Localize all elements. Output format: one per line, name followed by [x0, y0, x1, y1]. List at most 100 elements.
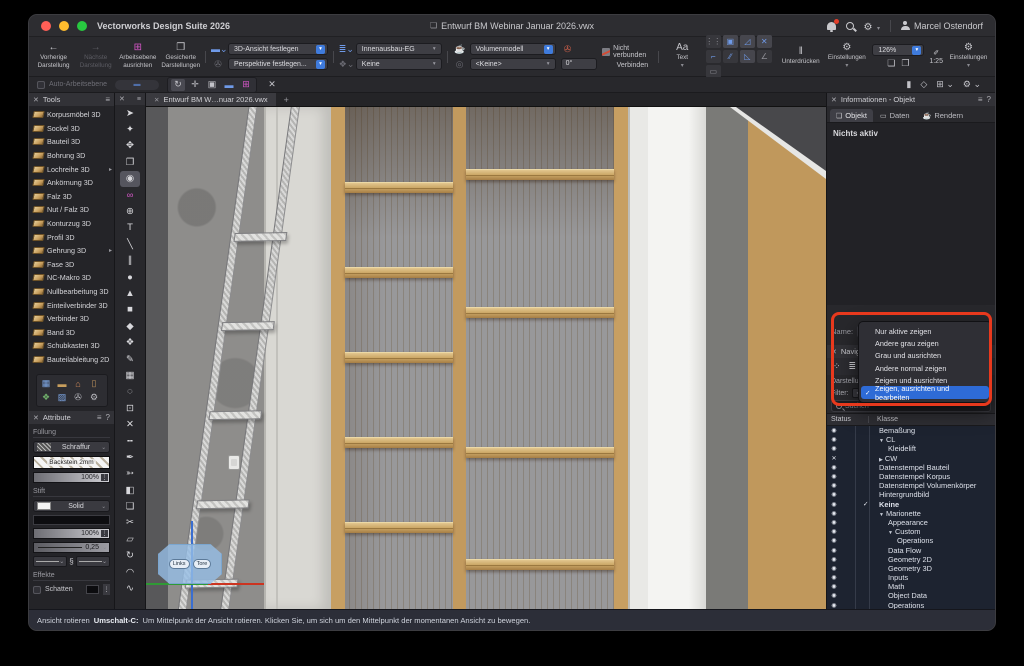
- render-style-select[interactable]: <Keine> ▾: [470, 58, 556, 70]
- freehand-tool-icon[interactable]: ✎: [120, 351, 140, 367]
- tools-item[interactable]: Bohrung 3D: [29, 149, 114, 163]
- class-row[interactable]: ✕▶CW: [827, 454, 995, 463]
- visibility-eye-icon[interactable]: ◉: [827, 574, 841, 581]
- double-line-tool-icon[interactable]: ∥: [120, 253, 140, 269]
- hidden-status-icon[interactable]: ✕: [827, 455, 841, 462]
- document-settings-button[interactable]: ⚙ Einstellungen ▾: [948, 43, 989, 70]
- visibility-eye-icon[interactable]: ◉: [827, 464, 841, 471]
- next-view-button[interactable]: → Nächste Darstellung: [77, 43, 114, 70]
- visibility-eye-icon[interactable]: ◉: [827, 565, 841, 572]
- extrude-tool-icon[interactable]: ⊡: [120, 400, 140, 416]
- marker-start-select[interactable]: ⌄: [33, 556, 67, 567]
- more-icon[interactable]: ⋮: [101, 474, 108, 481]
- tools-item[interactable]: Profil 3D: [29, 230, 114, 244]
- fill-type-select[interactable]: Schraffur ⌄: [33, 441, 110, 453]
- view-bed-icon[interactable]: ▬⌄: [211, 44, 225, 55]
- pen-type-select[interactable]: Solid ⌄: [33, 500, 110, 512]
- expand-arrow-icon[interactable]: ▼: [879, 512, 884, 518]
- fill-opacity-slider[interactable]: 100% ⋮: [33, 472, 110, 483]
- visibility-eye-icon[interactable]: ◉: [827, 482, 841, 489]
- rotate-tool-icon[interactable]: ↻: [120, 548, 140, 564]
- object-mode-icon[interactable]: ▣: [205, 79, 219, 91]
- angle-field[interactable]: 0°: [561, 58, 597, 70]
- snap-angle-icon[interactable]: ◿: [740, 35, 755, 48]
- snap-tangent-icon[interactable]: ∠: [757, 50, 772, 63]
- menu-icon[interactable]: ≡: [97, 413, 102, 422]
- polygon-tool-icon[interactable]: ◆: [120, 318, 140, 334]
- class-row[interactable]: ◉Geometry 3D: [827, 564, 995, 573]
- door-side-widget[interactable]: Links Tore: [158, 544, 222, 584]
- lasso-tool-icon[interactable]: ◌: [120, 384, 140, 400]
- plank-icon[interactable]: ▬: [56, 378, 69, 389]
- scale-button[interactable]: ✐ 1:25: [929, 49, 943, 65]
- tools-item[interactable]: Korpusmöbel 3D: [29, 108, 114, 122]
- tools-item[interactable]: Gehrung 3D▸: [29, 244, 114, 258]
- klasse-column-header[interactable]: Klasse: [869, 416, 898, 423]
- viewport-3d-scene[interactable]: Links Tore: [146, 107, 826, 609]
- auto-working-plane-checkbox[interactable]: Auto-Arbeitsebene: [37, 81, 107, 89]
- class-row[interactable]: ◉Appearance: [827, 518, 995, 527]
- axis-mode-icon[interactable]: ✛: [188, 79, 202, 91]
- visibility-eye-icon[interactable]: ◉: [827, 583, 841, 590]
- snap-intersection-icon[interactable]: ✕: [757, 35, 772, 48]
- close-icon[interactable]: ✕: [33, 414, 39, 422]
- arrow-tool-icon[interactable]: ➳: [120, 466, 140, 482]
- class-row[interactable]: ◉Hintergrundbild: [827, 490, 995, 499]
- plane-mode-icon[interactable]: ▬: [222, 79, 236, 91]
- pen-color-swatch[interactable]: [33, 515, 110, 525]
- zoom-tool-icon[interactable]: ⊕: [120, 203, 140, 219]
- class-row[interactable]: ◉✓Keine: [827, 500, 995, 509]
- suppress-button[interactable]: ‖ Unterdrücken: [780, 47, 821, 66]
- line-weight-select[interactable]: 0,25 ⌄: [33, 542, 110, 553]
- menu-item[interactable]: Nur aktive zeigen: [859, 325, 991, 337]
- snap-smart-edge-icon[interactable]: ◺: [740, 50, 755, 63]
- pen-tool-icon[interactable]: ✒: [120, 449, 140, 465]
- active-layer-select[interactable]: Innenausbau-EG ▾: [356, 43, 442, 55]
- circle-tool-icon[interactable]: ●: [120, 269, 140, 285]
- status-column-header[interactable]: Status: [827, 416, 869, 423]
- glasses-tool-icon[interactable]: ∞: [120, 187, 140, 203]
- class-row[interactable]: ◉Datenstempel Volumenkörper: [827, 481, 995, 490]
- search-icon[interactable]: [846, 22, 854, 30]
- tools-item[interactable]: Bauteilableitung 2D: [29, 353, 114, 367]
- visibility-eye-icon[interactable]: ◉: [827, 602, 841, 609]
- cube-view-icon[interactable]: ◇: [920, 79, 927, 90]
- close-icon[interactable]: ✕: [119, 95, 125, 103]
- visibility-eye-icon[interactable]: ◉: [827, 519, 841, 526]
- expand-arrow-icon[interactable]: ▼: [888, 530, 893, 536]
- clip-tool-icon[interactable]: ❏: [120, 498, 140, 514]
- window-icon[interactable]: ▦: [40, 378, 53, 389]
- refresh-mode-icon[interactable]: ↻: [171, 79, 185, 91]
- class-row[interactable]: ◉▼Custom: [827, 527, 995, 536]
- connect-button[interactable]: Verbinden: [602, 62, 649, 69]
- class-row[interactable]: ◉Math: [827, 582, 995, 591]
- saved-views-button[interactable]: ❒ Gesicherte Darstellungen: [161, 43, 200, 70]
- link-tool-icon[interactable]: ∿: [120, 580, 140, 596]
- class-row[interactable]: ◉Datenstempel Korpus: [827, 472, 995, 481]
- class-row[interactable]: ◉Data Flow: [827, 545, 995, 554]
- tools-item[interactable]: Konturzug 3D: [29, 217, 114, 231]
- tools-item[interactable]: Lochreihe 3D▸: [29, 162, 114, 176]
- wrench-icon[interactable]: ✕: [265, 79, 279, 91]
- close-icon[interactable]: ✕: [831, 96, 837, 104]
- visibility-eye-icon[interactable]: ◉: [827, 501, 841, 508]
- grid-tool-icon[interactable]: ▦: [120, 367, 140, 383]
- previous-view-button[interactable]: ← Vorherige Darstellung: [35, 43, 72, 70]
- grid-mode-icon[interactable]: ⊞: [239, 79, 253, 91]
- snap-smart-point-icon[interactable]: ⌐: [706, 50, 721, 63]
- shadow-checkbox[interactable]: [33, 586, 41, 594]
- class-row[interactable]: ◉Object Data: [827, 591, 995, 600]
- visibility-eye-icon[interactable]: ◉: [827, 547, 841, 554]
- align-working-plane-button[interactable]: ⊞ Arbeitsebene ausrichten: [119, 43, 156, 70]
- layers-icon[interactable]: ≣⌄: [339, 44, 353, 55]
- tools-item[interactable]: Nullbearbeitung 3D: [29, 285, 114, 299]
- text-tool-icon[interactable]: T: [120, 220, 140, 236]
- set-perspective-select[interactable]: Perspektive festlegen... ▾: [228, 58, 328, 70]
- house-icon[interactable]: ⌂: [72, 378, 85, 389]
- menu-item[interactable]: ✓Zeigen, ausrichten und bearbeiten: [861, 386, 989, 398]
- line-tool-icon[interactable]: ╲: [120, 236, 140, 252]
- active-class-select[interactable]: Keine ▾: [356, 58, 442, 70]
- menu-icon[interactable]: ≡: [978, 95, 983, 104]
- user-account-button[interactable]: Marcel Ostendorf: [901, 21, 983, 31]
- menu-item[interactable]: Andere normal zeigen: [859, 362, 991, 374]
